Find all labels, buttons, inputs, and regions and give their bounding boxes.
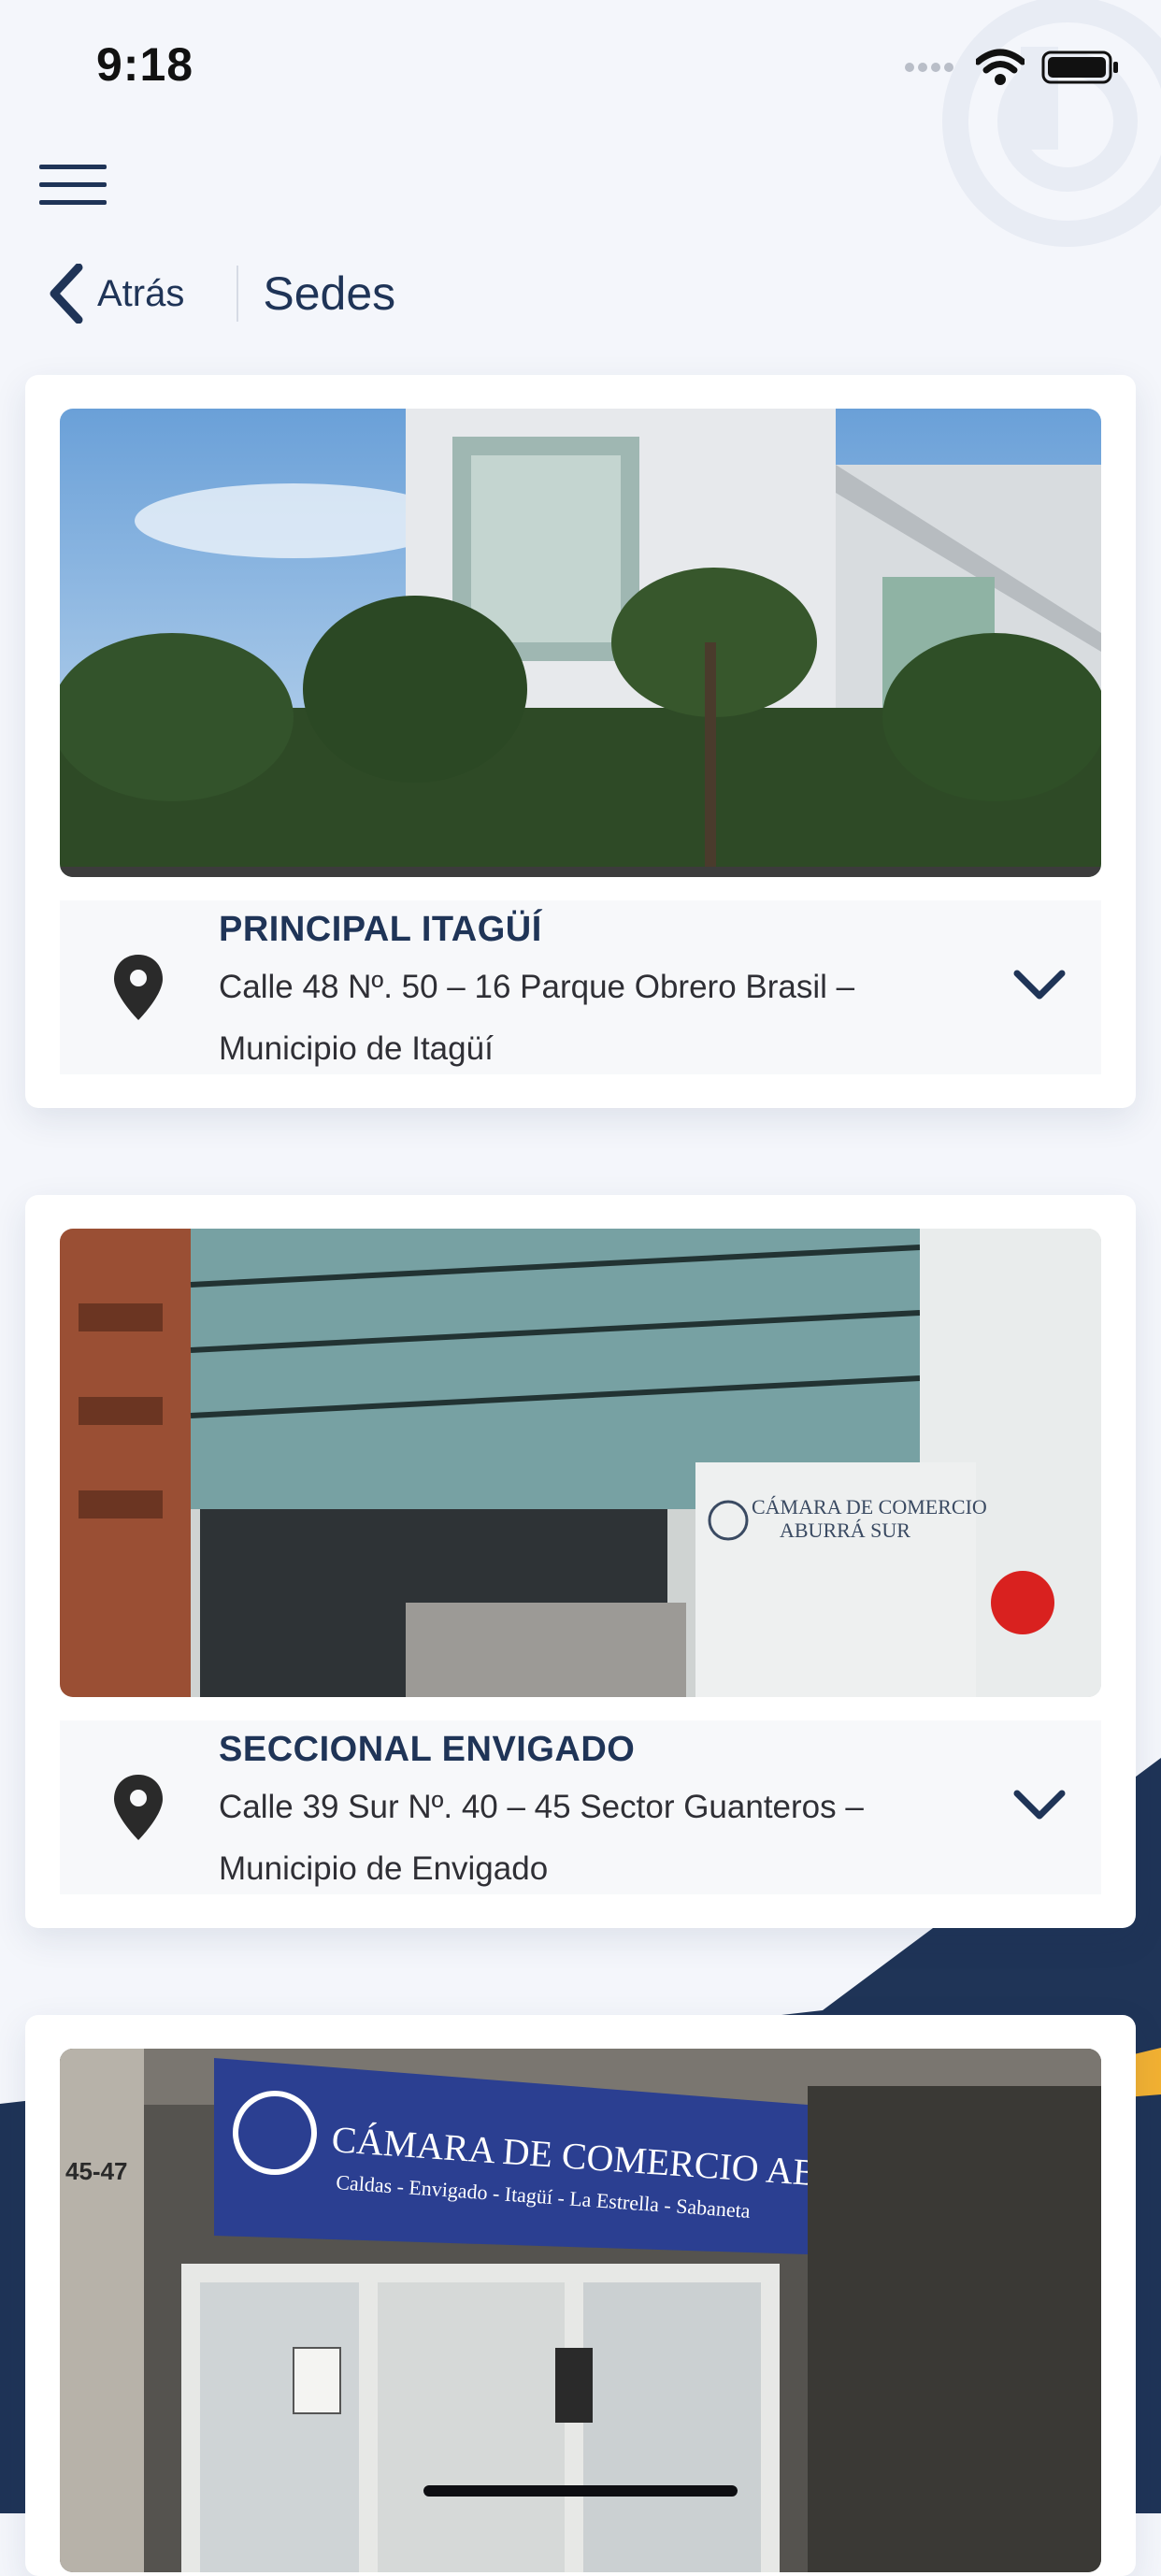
location-pin-icon: [114, 1775, 163, 1840]
building-sign-text: CÁMARA DE COMERCIO: [752, 1495, 987, 1518]
status-time: 9:18: [96, 38, 194, 91]
location-pin-icon: [114, 955, 163, 1020]
location-photo: [60, 409, 1101, 877]
chevron-left-icon: [50, 264, 83, 324]
menu-icon[interactable]: [39, 165, 107, 206]
wifi-icon: [976, 49, 1025, 85]
location-card[interactable]: CÁMARA DE COMERCIO ABURRÁ SUR SECCIONAL …: [25, 1195, 1136, 1928]
back-label: Atrás: [97, 272, 185, 314]
battery-icon: [1041, 50, 1118, 84]
location-info: PRINCIPAL ITAGÜÍ Calle 48 Nº. 50 – 16 Pa…: [60, 900, 1101, 1074]
location-info: SECCIONAL ENVIGADO Calle 39 Sur Nº. 40 –…: [60, 1720, 1101, 1894]
home-indicator: [423, 2485, 738, 2497]
location-name: SECCIONAL ENVIGADO: [219, 1730, 636, 1769]
signal-icon: [905, 63, 953, 72]
location-address: Calle 39 Sur Nº. 40 – 45 Sector Guantero…: [219, 1789, 864, 1887]
nav-divider: [236, 266, 239, 322]
location-address: Calle 48 Nº. 50 – 16 Parque Obrero Brasi…: [219, 969, 855, 1067]
chevron-down-icon[interactable]: [1013, 970, 1066, 1001]
street-number-text: 45-47: [65, 2157, 128, 2185]
location-photo: CÁMARA DE COMERCIO ABURRÁ SUR: [60, 1229, 1101, 1697]
location-card[interactable]: PRINCIPAL ITAGÜÍ Calle 48 Nº. 50 – 16 Pa…: [25, 375, 1136, 1108]
building-sign-text-2: ABURRÁ SUR: [780, 1518, 910, 1542]
status-bar: 9:18: [0, 0, 1161, 131]
status-icons: [905, 49, 1120, 86]
page-title: Sedes: [263, 267, 396, 320]
chevron-down-icon[interactable]: [1013, 1790, 1066, 1821]
back-button[interactable]: Atrás: [47, 264, 184, 324]
location-name: PRINCIPAL ITAGÜÍ: [219, 910, 542, 949]
nav-bar: Atrás Sedes: [47, 264, 395, 324]
